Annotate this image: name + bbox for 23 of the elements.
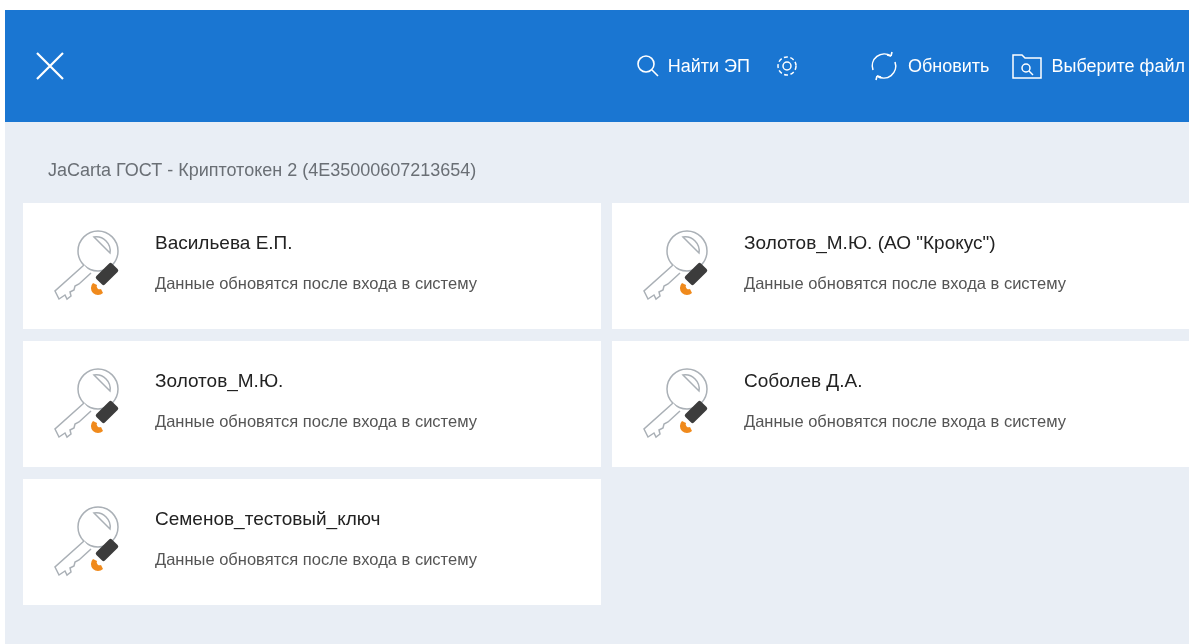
key-status-note: Данные обновятся после входа в систему bbox=[155, 411, 477, 431]
close-icon bbox=[35, 51, 65, 81]
choose-file-button[interactable]: Выберите файл bbox=[1011, 51, 1185, 81]
key-status-note: Данные обновятся после входа в систему bbox=[155, 549, 477, 569]
search-icon bbox=[635, 54, 660, 78]
key-owner-name: Золотов_М.Ю. (АО "Крокус") bbox=[744, 231, 997, 254]
key-status-note: Данные обновятся после входа в систему bbox=[744, 273, 1066, 293]
key-status-note: Данные обновятся после входа в систему bbox=[155, 273, 477, 293]
refresh-button[interactable]: Обновить bbox=[867, 50, 990, 82]
key-status-note: Данные обновятся после входа в систему bbox=[744, 411, 1066, 431]
key-card[interactable]: Соболев Д.А. Данные обновятся после входа в систему bbox=[612, 341, 1189, 467]
key-owner-name: Золотов_М.Ю. bbox=[155, 369, 285, 392]
close-button[interactable] bbox=[35, 51, 65, 81]
find-signature-button[interactable]: Найти ЭП bbox=[635, 54, 750, 78]
key-card[interactable]: Золотов_М.Ю. Данные обновятся после входа в систему bbox=[23, 341, 601, 467]
folder-search-icon bbox=[1011, 51, 1044, 81]
key-card[interactable]: Золотов_М.Ю. (АО "Крокус") Данные обновятся после входа в систему bbox=[612, 203, 1189, 329]
key-card[interactable]: Васильева Е.П. Данные обновятся после входа в систему bbox=[23, 203, 601, 329]
key-owner-name: Семенов_тестовый_ключ bbox=[155, 507, 382, 530]
token-title: JaCarta ГОСТ - Криптотокен 2 (4E35000607213654) bbox=[48, 160, 478, 181]
key-owner-name: Соболев Д.А. bbox=[744, 369, 864, 392]
key-card[interactable]: Семенов_тестовый_ключ Данные обновятся после входа в систему bbox=[23, 479, 601, 605]
key-owner-name: Васильева Е.П. bbox=[155, 231, 294, 254]
